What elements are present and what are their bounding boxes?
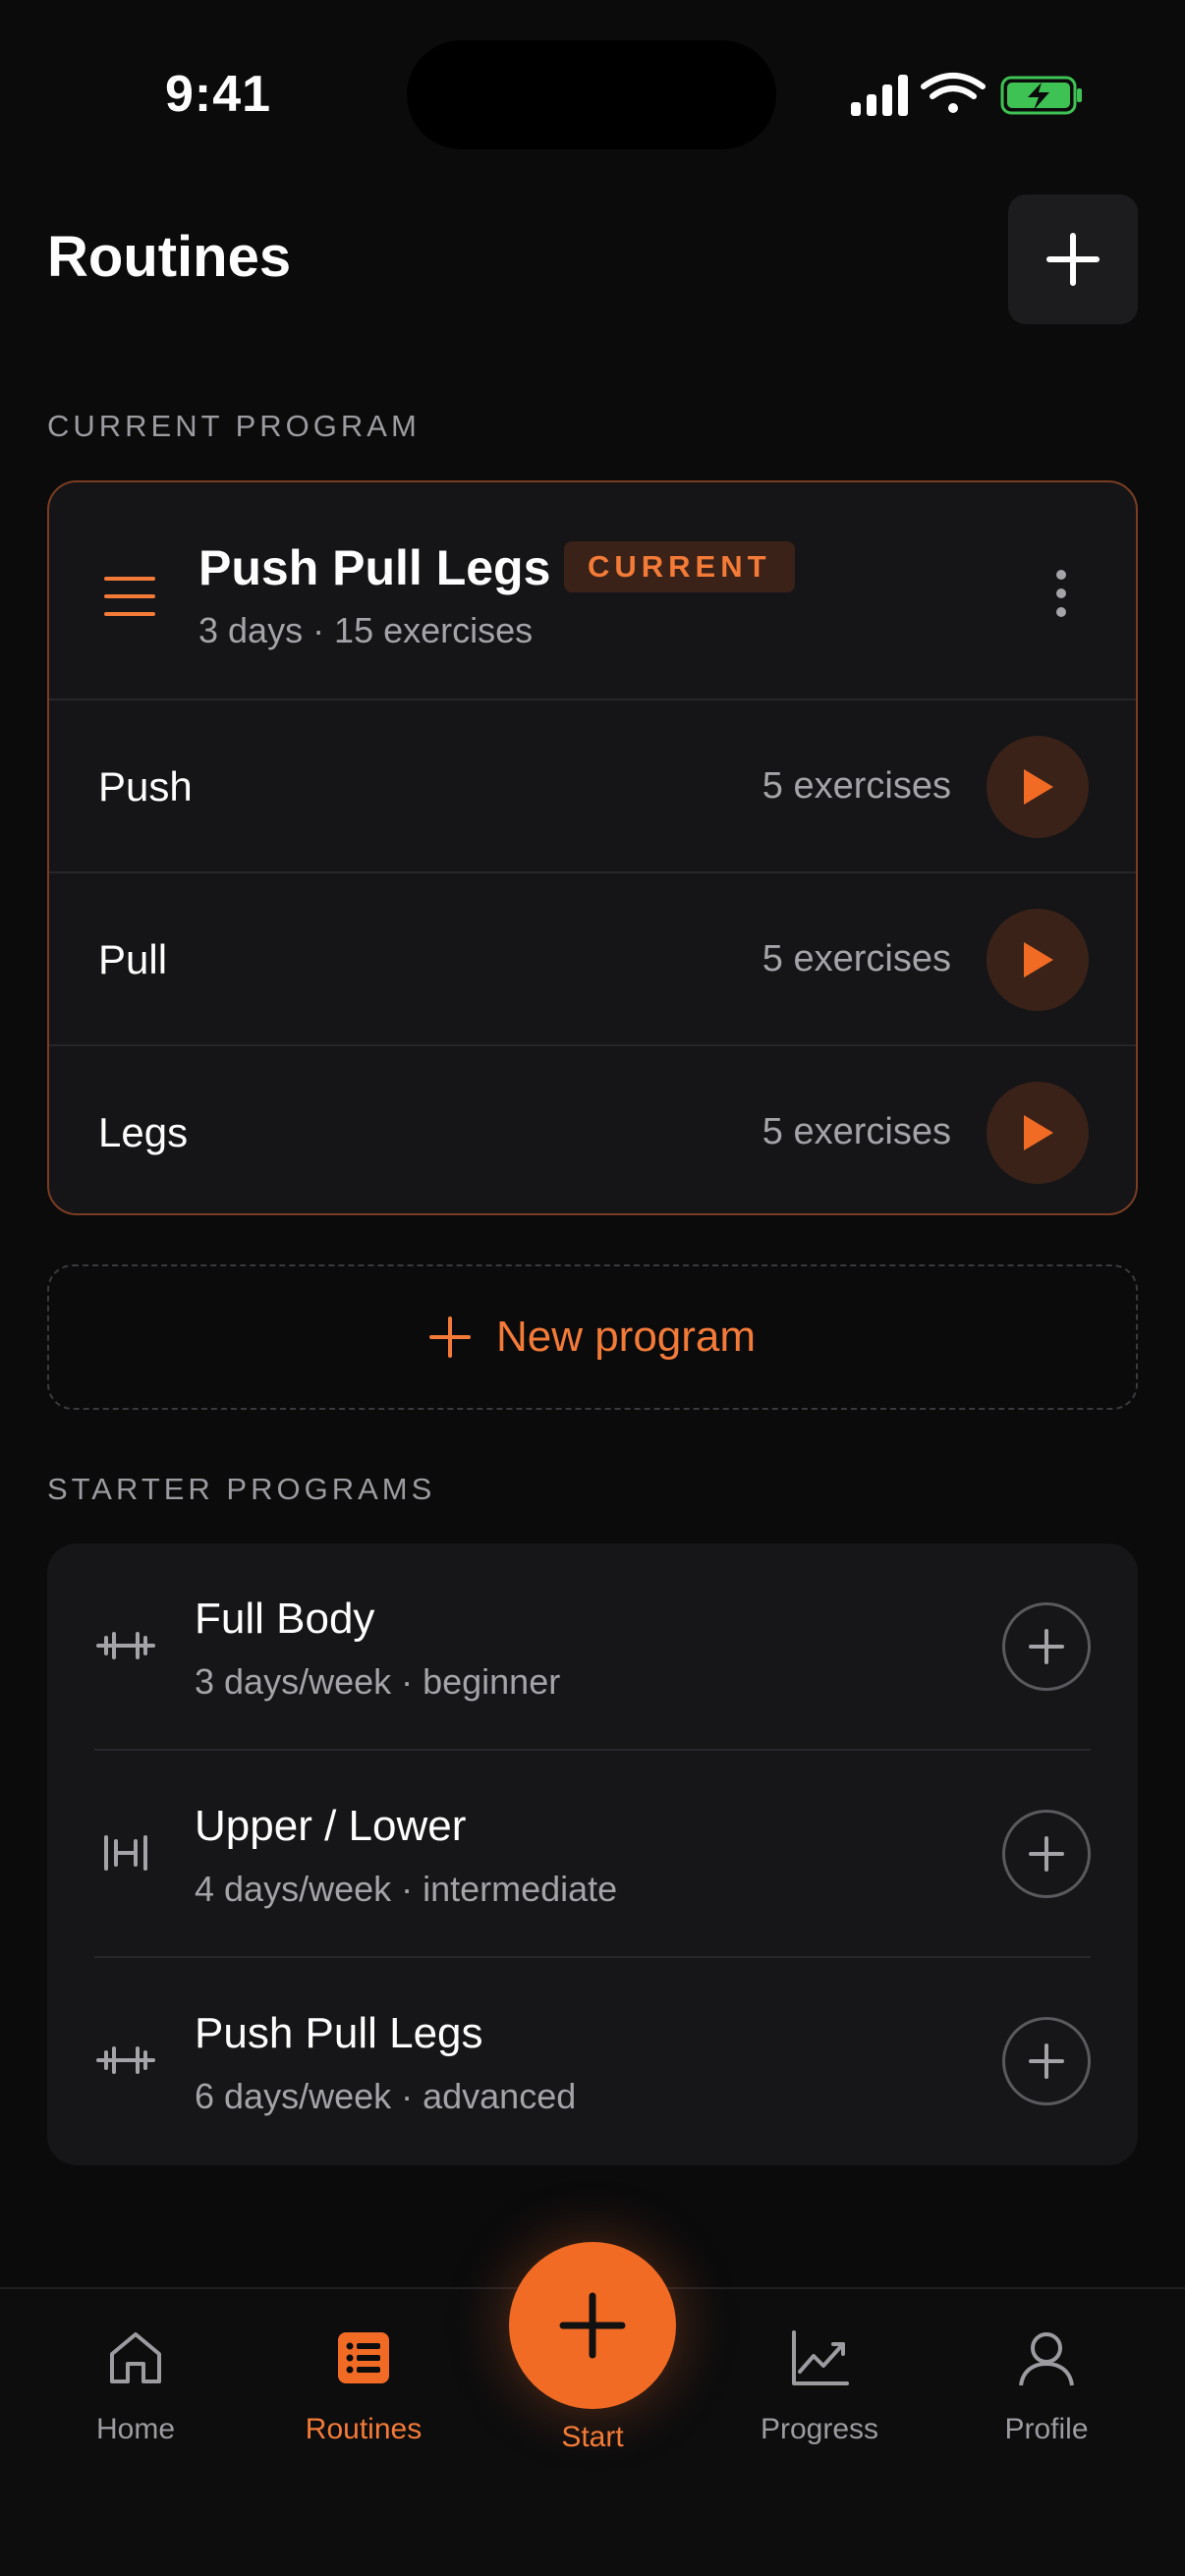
section-label-starter-programs: STARTER PROGRAMS [47,1472,436,1506]
starter-program-row[interactable]: Push Pull Legs 6 days/week · advanced [47,1958,1138,2165]
plus-icon [428,1316,471,1358]
starter-programs-card: Full Body 3 days/week · beginner Upper /… [47,1543,1138,2165]
menu-icon[interactable] [104,575,155,618]
day-exercise-count: 5 exercises [762,765,951,807]
starter-program-meta: 4 days/week · intermediate [195,1869,618,1909]
starter-program-meta: 3 days/week · beginner [195,1661,561,1702]
starter-program-name: Upper / Lower [195,1802,467,1850]
dumbbell-icon [96,1632,155,1659]
dumbbell-icon [96,2046,155,2074]
program-meta: 3 days · 15 exercises [198,610,534,650]
play-icon [1024,1115,1053,1150]
section-label-current-program: CURRENT PROGRAM [47,409,421,443]
add-routine-button[interactable] [1008,195,1138,324]
tab-profile[interactable]: Profile [958,2319,1135,2446]
dynamic-island [407,40,776,149]
new-program-button[interactable]: New program [47,1264,1138,1410]
tab-progress[interactable]: Progress [731,2319,908,2446]
more-options-button[interactable] [1032,559,1091,628]
program-header: Push Pull Legs CURRENT 3 days · 15 exerc… [49,482,1136,699]
status-time: 9:41 [165,66,272,123]
day-row-pull[interactable]: Pull 5 exercises [49,871,1136,1044]
new-program-label: New program [495,1313,757,1361]
tab-routines[interactable]: Routines [275,2319,452,2446]
home-icon [110,2332,161,2383]
day-exercise-count: 5 exercises [762,1111,951,1152]
day-name: Push [98,763,193,810]
plus-icon [1029,2044,1064,2079]
tab-label: Routines [305,2413,423,2445]
battery-icon [1000,76,1082,115]
start-workout-button[interactable] [509,2242,676,2409]
plus-icon [1046,233,1100,286]
wifi-icon [921,73,986,113]
current-badge: CURRENT [564,541,795,592]
day-exercise-count: 5 exercises [762,938,951,980]
add-starter-program-button[interactable] [1002,2017,1091,2105]
add-starter-program-button[interactable] [1002,1810,1091,1898]
chart-icon [792,2330,849,2385]
starter-program-meta: 6 days/week · advanced [195,2076,577,2116]
current-program-card[interactable]: Push Pull Legs CURRENT 3 days · 15 exerc… [47,480,1138,1215]
more-vertical-icon [1056,570,1066,617]
plus-icon [1029,1836,1064,1872]
start-label: Start [561,2421,624,2453]
play-icon [1024,942,1053,978]
day-row-legs[interactable]: Legs 5 exercises [49,1044,1136,1213]
program-name: Push Pull Legs [198,540,551,595]
list-icon [338,2332,389,2383]
starter-program-name: Push Pull Legs [195,2009,483,2057]
starter-program-row[interactable]: Full Body 3 days/week · beginner [47,1543,1138,1751]
plus-icon [559,2292,626,2359]
plus-icon [1029,1629,1064,1664]
start-day-button[interactable] [987,736,1089,838]
starter-program-name: Full Body [195,1595,375,1643]
signal-icon [851,75,908,116]
start-day-button[interactable] [987,1082,1089,1184]
status-icons [851,73,1082,116]
day-name: Pull [98,936,168,982]
tab-label: Profile [1004,2413,1089,2445]
barbell-rack-icon [104,1835,147,1871]
page-title: Routines [47,225,292,289]
user-icon [1019,2332,1074,2386]
tab-home[interactable]: Home [47,2319,224,2446]
play-icon [1024,769,1053,805]
add-starter-program-button[interactable] [1002,1602,1091,1691]
tab-label: Progress [760,2413,879,2445]
start-day-button[interactable] [987,909,1089,1011]
status-bar: 9:41 [0,0,1185,187]
starter-program-row[interactable]: Upper / Lower 4 days/week · intermediate [47,1751,1138,1958]
day-row-push[interactable]: Push 5 exercises [49,699,1136,871]
tab-label: Home [95,2413,176,2445]
day-name: Legs [98,1109,189,1155]
